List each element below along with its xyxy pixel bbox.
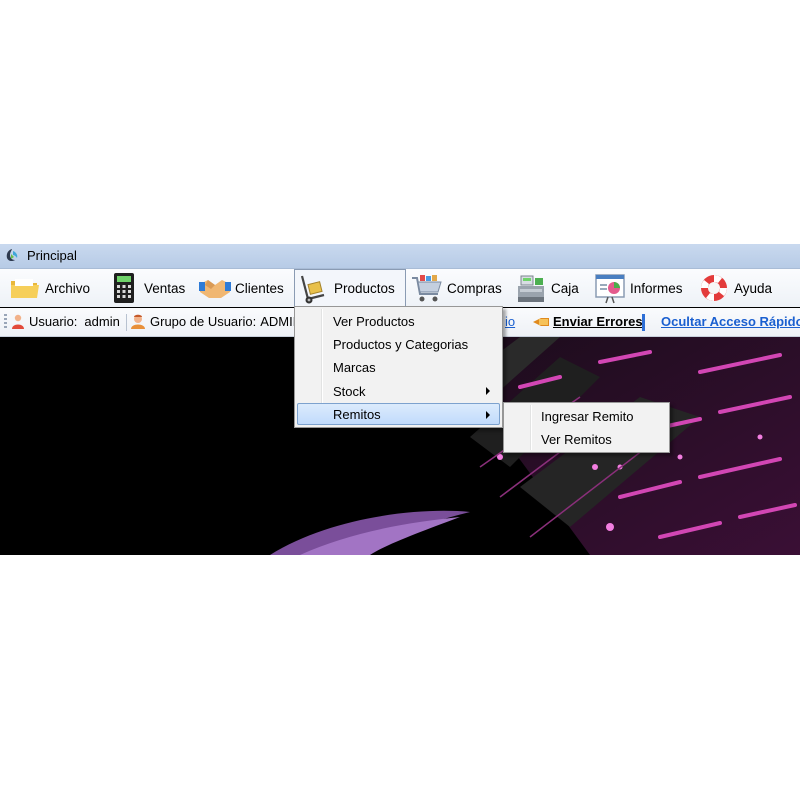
user-icon	[12, 314, 24, 329]
menu-ayuda[interactable]: Ayuda	[698, 270, 772, 306]
hide-quick-access-label: Ocultar Acceso Rápido	[661, 314, 800, 329]
menu-item-label: Ver Remitos	[541, 432, 612, 447]
title-bar: Principal	[0, 244, 800, 269]
report-chart-icon	[595, 274, 625, 304]
menu-item-label: Remitos	[333, 406, 381, 422]
menu-productos-label: Productos	[334, 281, 395, 296]
menu-item-ver-remitos[interactable]: Ver Remitos	[506, 428, 667, 450]
menu-ventas[interactable]: Ventas	[108, 270, 185, 306]
send-errors-icon	[533, 317, 549, 326]
menu-informes[interactable]: Informes	[594, 270, 683, 306]
user-value: admin	[84, 314, 120, 329]
productos-dropdown-menu: Ver Productos Productos y Categorias Mar…	[294, 306, 503, 428]
submenu-arrow-icon	[486, 411, 490, 419]
partial-link-text: io	[505, 314, 516, 329]
separator	[126, 314, 127, 331]
menu-item-label: Productos y Categorias	[333, 336, 469, 352]
menu-item-stock[interactable]: Stock	[297, 380, 500, 402]
cash-register-icon	[518, 275, 544, 302]
hand-truck-icon	[300, 275, 325, 303]
menu-compras-label: Compras	[447, 280, 502, 296]
partial-link[interactable]: io	[505, 314, 515, 329]
lifebuoy-icon	[701, 275, 727, 301]
menu-ventas-label: Ventas	[144, 280, 186, 296]
menu-item-remitos[interactable]: Remitos	[297, 403, 500, 425]
calculator-icon	[114, 273, 134, 303]
menu-ayuda-label: Ayuda	[734, 280, 773, 296]
menu-compras[interactable]: Compras	[411, 270, 502, 306]
menu-productos[interactable]: Productos	[294, 269, 406, 307]
menu-clientes-label: Clientes	[235, 280, 284, 296]
menu-item-label: Stock	[333, 383, 366, 399]
toolbar-grip[interactable]	[4, 314, 7, 330]
remitos-submenu: Ingresar Remito Ver Remitos	[503, 402, 670, 453]
shopping-cart-icon	[412, 275, 442, 302]
hide-quick-access-link[interactable]: Ocultar Acceso Rápido	[661, 314, 800, 329]
menu-informes-label: Informes	[630, 280, 683, 296]
user-group-icon	[131, 314, 145, 329]
send-errors-label: Enviar Errores	[553, 314, 643, 329]
menu-item-label: Ingresar Remito	[541, 409, 634, 424]
user-info: Usuario: admin	[11, 314, 120, 329]
window-title: Principal	[27, 248, 77, 263]
menu-item-ver-productos[interactable]: Ver Productos	[297, 310, 500, 332]
group-info: Grupo de Usuario: ADMIN	[130, 314, 302, 329]
menu-item-label: Marcas	[333, 359, 376, 375]
handshake-icon	[199, 280, 231, 298]
menu-bar: Archivo Ventas Clientes Productos Compra…	[0, 269, 800, 307]
menu-item-ingresar-remito[interactable]: Ingresar Remito	[506, 405, 667, 427]
folder-icon	[11, 279, 39, 298]
menu-item-productos-categorias[interactable]: Productos y Categorias	[297, 333, 500, 355]
quick-access-marker	[642, 314, 645, 331]
menu-archivo-label: Archivo	[45, 280, 91, 296]
user-label: Usuario:	[29, 314, 78, 329]
submenu-arrow-icon	[486, 387, 490, 395]
menu-caja[interactable]: Caja	[515, 270, 579, 306]
group-label: Grupo de Usuario:	[150, 314, 257, 329]
send-errors-link[interactable]: Enviar Errores	[533, 314, 643, 329]
menu-item-marcas[interactable]: Marcas	[297, 356, 500, 378]
menu-item-label: Ver Productos	[333, 313, 415, 329]
app-icon	[6, 249, 18, 262]
menu-clientes[interactable]: Clientes	[199, 270, 284, 306]
menu-caja-label: Caja	[551, 280, 579, 296]
menu-archivo[interactable]: Archivo	[9, 270, 90, 306]
